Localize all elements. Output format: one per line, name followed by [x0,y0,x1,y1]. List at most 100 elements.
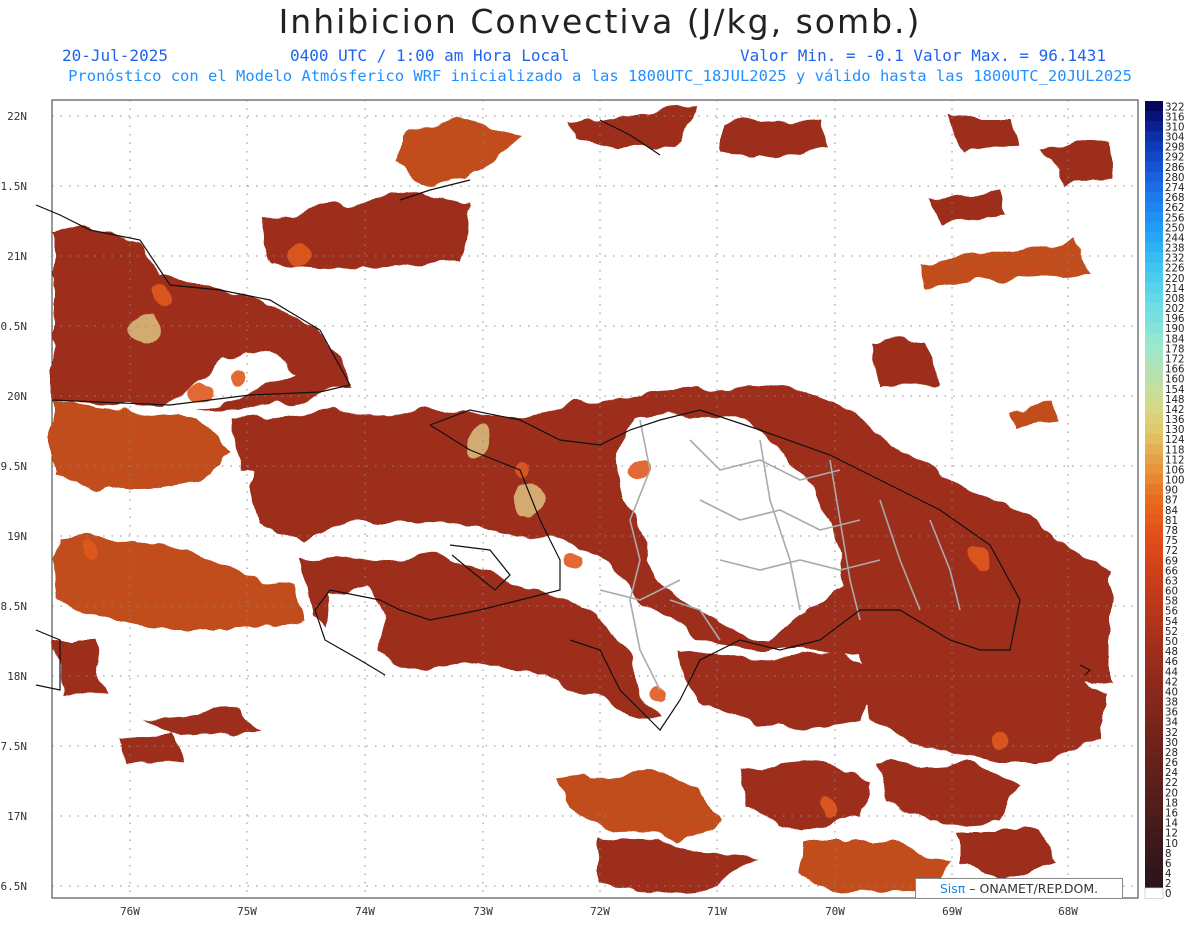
colorbar-swatch [1145,746,1163,758]
colorbar-swatch [1145,686,1163,697]
colorbar-swatch [1145,655,1163,667]
colorbar-swatch [1145,363,1163,374]
cin-spot [562,552,578,568]
colorbar-swatch [1145,827,1163,838]
colorbar-swatch [1145,534,1163,546]
colorbar-swatch [1145,595,1163,606]
colorbar-swatch [1145,797,1163,808]
colorbar-swatch [1145,191,1163,203]
latitude-labels: 22N 1.5N 21N 0.5N 20N 9.5N 19N 8.5N 18N 7.5N 17N 6.… [1,110,28,893]
lon-label: 70W [825,905,845,918]
colorbar-swatch [1145,232,1163,243]
colorbar-swatch [1145,474,1163,485]
cin-spot [514,484,546,516]
colorbar-swatch [1145,867,1163,879]
longitude-labels: 76W 75W 74W 73W 72W 71W 70W 69W 68W [120,905,1078,918]
lat-label: 9.5N [1,460,28,473]
lat-label: 7.5N [1,740,28,753]
colorbar-swatch [1145,857,1163,869]
colorbar-swatch [1145,171,1163,183]
credit-org: – ONAMET/REP.DOM. [965,881,1099,896]
colorbar-swatch [1145,262,1163,273]
colorbar-swatch [1145,847,1163,859]
lon-label: 71W [707,905,727,918]
colorbar-swatch [1145,585,1163,596]
colorbar-swatch [1145,726,1163,737]
cin-spot [81,541,99,559]
cin-spot [467,427,493,453]
cin-spot [131,316,159,344]
colorbar-swatch [1145,393,1163,405]
lat-label: 18N [7,670,27,683]
colorbar-swatch [1145,252,1163,263]
colorbar-label: 0 [1165,889,1171,900]
lat-label: 21N [7,250,27,263]
colorbar-swatch [1145,373,1163,384]
colorbar-swatch [1145,554,1163,566]
colorbar-swatch [1145,766,1163,778]
colorbar-swatch [1145,877,1163,889]
credit-brand: Sisπ [939,881,966,896]
colorbar-swatch [1145,111,1163,122]
lat-label: 6.5N [1,880,28,893]
colorbar-swatch [1145,635,1163,647]
lat-label: 8.5N [1,600,28,613]
colorbar-swatch [1145,787,1163,798]
colorbar-swatch [1145,665,1163,677]
colorbar-swatch [1145,807,1163,818]
cin-map: 22N 1.5N 21N 0.5N 20N 9.5N 19N 8.5N 18N 7.5N 17N 6.… [1,99,1184,918]
lon-label: 69W [942,905,962,918]
colorbar-swatch [1145,514,1163,526]
colorbar-swatch [1145,736,1163,748]
lat-label: 0.5N [1,320,28,333]
cin-spot [821,801,839,819]
colorbar-swatch [1145,837,1163,848]
colorbar-swatch [1145,423,1163,435]
colorbar-swatch [1145,645,1163,657]
colorbar-swatch [1145,776,1163,788]
colorbar-swatch [1145,444,1163,455]
colorbar-swatch [1145,706,1163,717]
lat-label: 1.5N [1,180,28,193]
colorbar-swatch [1145,696,1163,707]
lon-label: 68W [1058,905,1078,918]
colorbar-swatch [1145,211,1163,223]
lon-label: 76W [120,905,140,918]
colorbar-swatch [1145,454,1163,465]
cin-region [230,410,440,480]
colorbar-swatch [1145,343,1163,354]
lon-label: 74W [355,905,375,918]
colorbar-swatch [1145,101,1163,112]
colorbar-swatch [1145,524,1163,536]
colorbar-swatch [1145,333,1163,344]
colorbar-swatch [1144,887,1164,899]
cin-spot [991,731,1009,749]
colorbar-swatch [1145,282,1163,294]
colorbar-swatch [1145,272,1163,283]
lat-label: 17N [7,810,27,823]
lat-label: 19N [7,530,27,543]
colorbar: 3223163103042982922862802742682622562502… [1144,101,1184,900]
lat-label: 22N [7,110,27,123]
cin-spot [150,290,170,310]
colorbar-swatch [1145,817,1163,828]
colorbar-swatch [1145,312,1163,324]
cin-spot [190,380,210,400]
colorbar-swatch [1145,353,1163,364]
cin-spot [969,549,991,571]
cin-region [120,735,180,765]
colorbar-swatch [1145,484,1163,495]
colorbar-swatch [1145,544,1163,556]
colorbar-swatch [1145,413,1163,425]
colorbar-swatch [1145,201,1163,213]
colorbar-swatch [1145,615,1163,627]
credit-box: Sisπ – ONAMET/REP.DOM. [915,878,1123,899]
colorbar-swatch [1145,141,1163,152]
colorbar-swatch [1145,242,1163,253]
colorbar-swatch [1145,383,1163,394]
colorbar-swatch [1145,676,1163,687]
lon-label: 75W [237,905,257,918]
cin-spot [288,243,312,267]
colorbar-swatch [1145,625,1163,637]
colorbar-swatch [1145,716,1163,727]
